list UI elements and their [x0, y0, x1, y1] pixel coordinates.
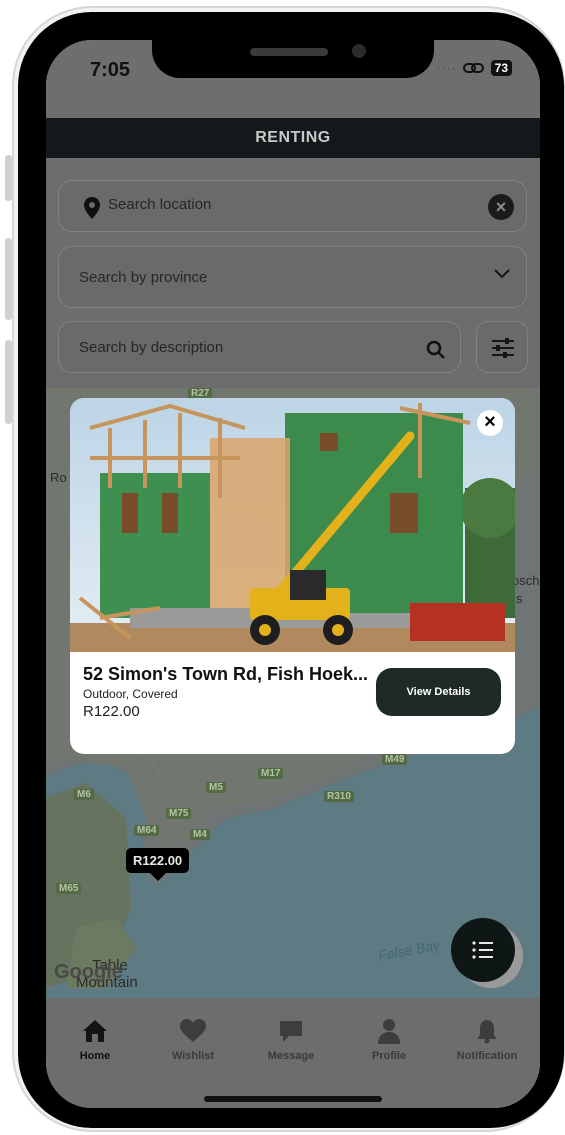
home-indicator — [204, 1096, 382, 1102]
search-description-field[interactable]: Search by description — [58, 321, 461, 373]
road-label: M17 — [258, 768, 284, 779]
tab-wishlist[interactable]: Wishlist — [144, 1018, 242, 1062]
status-time: 7:05 — [90, 59, 131, 81]
listing-title: 52 Simon's Town Rd, Fish Hoek... — [83, 664, 368, 684]
map-place-label: Ro — [50, 470, 67, 485]
front-camera — [352, 44, 366, 58]
tab-home[interactable]: Home — [46, 1018, 144, 1062]
search-location-input[interactable]: Search location — [108, 196, 211, 213]
page-title: RENTING — [255, 129, 331, 146]
map-place-label: osch — [512, 573, 540, 588]
listing-card[interactable]: × 52 Simon's Town Rd, Fish Hoek... Outdo… — [70, 398, 515, 754]
road-label: M5 — [206, 782, 226, 793]
status-icons: ···· 73 — [437, 60, 512, 76]
tab-label: Message — [267, 1050, 315, 1062]
notch — [152, 40, 434, 78]
location-pin-icon — [84, 197, 100, 219]
app-screen: 7:05 ···· 73 RENTING Search location × S… — [46, 40, 540, 1108]
search-icon[interactable] — [426, 340, 446, 360]
road-label: R310 — [324, 791, 354, 802]
listing-price: R122.00 — [83, 703, 140, 720]
tab-profile[interactable]: Profile — [340, 1018, 438, 1062]
chat-bubble-icon — [280, 1021, 302, 1042]
province-select-label: Search by province — [79, 269, 208, 286]
search-filters: Search location × Search by province Sea… — [46, 158, 540, 388]
chevron-down-icon — [494, 269, 510, 279]
clear-icon[interactable]: × — [488, 194, 514, 220]
bottom-tab-bar: Home Wishlist Message Profile Notificati… — [46, 998, 540, 1108]
header-bar: RENTING — [46, 118, 540, 158]
road-label: M75 — [166, 808, 192, 819]
province-dropdown[interactable]: Search by province — [58, 246, 527, 308]
map-place-label: s — [516, 591, 523, 606]
volume-up-button — [5, 238, 12, 320]
road-label: M4 — [190, 829, 210, 840]
tab-message[interactable]: Message — [242, 1018, 340, 1062]
tab-label: Wishlist — [171, 1050, 215, 1062]
close-card-button[interactable]: × — [477, 410, 503, 436]
heart-icon — [180, 1019, 206, 1042]
tab-notification[interactable]: Notification — [438, 1018, 536, 1062]
road-label: M65 — [56, 883, 82, 894]
list-icon — [472, 941, 493, 959]
tab-label: Notification — [456, 1050, 518, 1062]
search-description-input[interactable]: Search by description — [79, 339, 223, 356]
bell-icon — [477, 1020, 497, 1044]
listing-subtitle: Outdoor, Covered — [83, 687, 178, 701]
map-price-marker[interactable]: R122.00 — [126, 848, 190, 881]
road-label: M6 — [74, 789, 94, 800]
google-logo: Google — [54, 961, 123, 983]
speaker — [250, 48, 328, 56]
filter-settings-button[interactable] — [476, 321, 528, 373]
tab-label: Profile — [371, 1050, 407, 1062]
link-icon — [462, 63, 484, 73]
person-icon — [378, 1019, 400, 1044]
road-label: M64 — [134, 825, 160, 836]
battery-icon: 73 — [490, 60, 512, 76]
listing-photo — [70, 398, 515, 652]
road-label: M49 — [382, 754, 408, 765]
volume-down-button — [5, 340, 12, 424]
search-location-field[interactable]: Search location × — [58, 180, 527, 232]
silent-switch — [5, 155, 12, 201]
tab-label: Home — [79, 1050, 111, 1062]
sliders-icon — [492, 338, 514, 358]
home-icon — [83, 1020, 107, 1042]
signal-dots-icon: ···· — [436, 61, 457, 75]
list-view-button[interactable] — [451, 918, 515, 982]
view-details-button[interactable]: View Details — [376, 668, 501, 716]
